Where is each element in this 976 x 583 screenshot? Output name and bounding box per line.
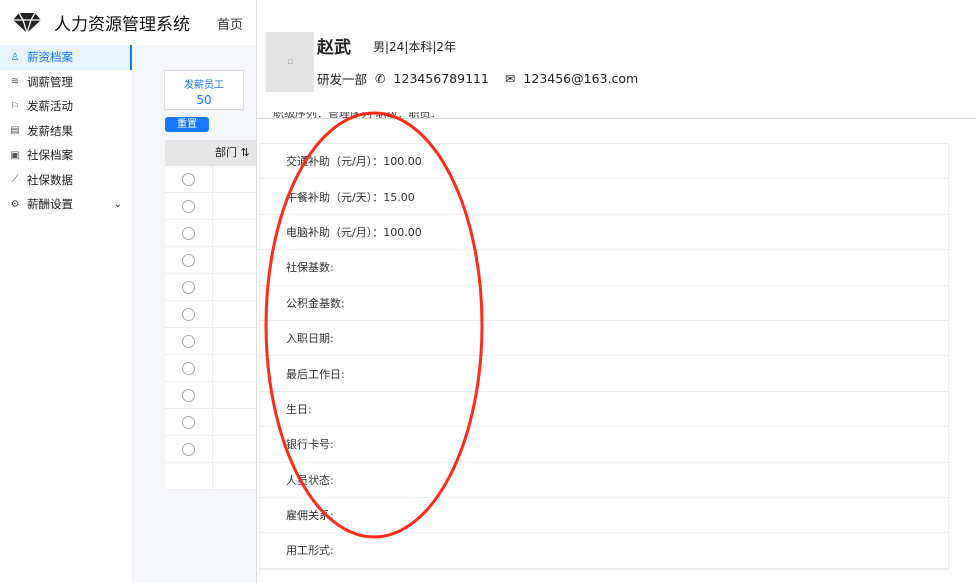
diamond-logo-icon [13,12,41,34]
detail-row: 生日: [260,392,948,428]
row-radio[interactable] [182,361,195,375]
sidebar-item-salary-settings[interactable]: ⚙ 薪酬设置 ⌄ [0,192,132,217]
table-row[interactable] [165,409,256,436]
chart-line-icon: ⟋ [11,174,19,186]
sidebar-item-salary-archive[interactable]: ♙ 薪资档案 [0,45,132,70]
stat-value: 50 [196,93,212,107]
employee-email: 123456@163.com [523,71,639,86]
settings-icon: ⚙ [10,198,20,210]
detail-row: 雇佣关系: [260,498,948,534]
employee-dept: 研发一部 [317,72,368,87]
column-dept[interactable]: 部门 [215,146,237,159]
row-radio[interactable] [182,388,195,402]
table-row[interactable] [165,193,256,220]
detail-row: 用工形式: [260,533,948,569]
calculator-icon: ▤ [10,125,20,137]
detail-row: 午餐补助（元/天）：15.00 [260,179,948,215]
stat-card[interactable]: 发薪员工 50 [164,70,244,110]
table-row[interactable] [165,247,256,274]
detail-row: 公积金基数: [260,286,948,321]
user-icon: ♙ [10,51,20,63]
sidebar-item-payroll-activity[interactable]: ⚐ 发薪活动 [0,94,132,119]
detail-row: 入职日期: [260,321,948,357]
sidebar-item-label: 社保数据 [27,172,73,187]
phone-icon: ✆ [375,71,386,86]
table-row[interactable] [165,328,256,355]
sidebar-item-label: 发薪结果 [27,123,73,138]
divider [257,118,976,119]
stat-label: 发薪员工 [184,80,224,91]
detail-row: 电脑补助（元/月）：100.00 [260,215,948,251]
employee-detail-drawer: ▫ 赵武 男|24|本科|2年 研发一部 ✆ 123456789111 ✉ 12… [256,0,976,583]
layers-icon: ≋ [10,76,20,88]
flag-icon: ⚐ [10,100,20,112]
sidebar-item-social-archive[interactable]: ▣ 社保档案 [0,143,132,168]
employee-table: 部门 ⇅ [165,140,256,490]
table-row[interactable] [165,301,256,328]
avatar: ▫ [266,32,314,92]
detail-row: 交通补助（元/月）：100.00 [260,144,948,180]
row-radio[interactable] [182,307,195,321]
row-radio[interactable] [182,199,195,213]
employee-meta: 男|24|本科|2年 [373,40,457,54]
sidebar-item-label: 社保档案 [27,148,73,163]
table-row[interactable] [165,463,256,490]
table-header: 部门 ⇅ [165,140,256,166]
table-row[interactable] [165,220,256,247]
table-row[interactable] [165,274,256,301]
table-row[interactable] [165,355,256,382]
sidebar-item-salary-adjust[interactable]: ≋ 调薪管理 [0,70,132,95]
employee-name: 赵武 [317,38,351,58]
image-placeholder-icon: ▫ [286,57,294,67]
table-row[interactable] [165,166,256,193]
detail-row: 最后工作日: [260,356,948,392]
row-radio[interactable] [182,415,195,429]
mail-icon: ✉ [504,71,516,86]
row-radio[interactable] [182,253,195,267]
sidebar-item-social-data[interactable]: ⟋ 社保数据 [0,168,132,193]
detail-row: 银行卡号: [260,427,948,463]
sort-icon[interactable]: ⇅ [241,146,250,159]
detail-row: 人员状态: [260,463,948,498]
row-radio[interactable] [182,172,195,186]
reset-button[interactable]: 重置 [165,117,209,132]
nav-home[interactable]: 首页 [217,14,243,33]
detail-card: 交通补助（元/月）：100.00 午餐补助（元/天）：15.00 电脑补助（元/月）… [259,143,949,570]
sidebar-item-payroll-result[interactable]: ▤ 发薪结果 [0,119,132,144]
chevron-down-icon: ⌄ [113,198,122,210]
row-radio[interactable] [182,334,195,348]
sidebar-item-label: 发薪活动 [27,99,73,114]
detail-row: 社保基数: [260,250,948,286]
row-radio[interactable] [182,226,195,240]
sidebar-item-label: 调薪管理 [27,74,73,89]
table-row[interactable] [165,436,256,463]
row-radio[interactable] [182,442,195,456]
sidebar-item-label: 薪资档案 [27,50,73,65]
sidebar-item-label: 薪酬设置 [27,197,73,212]
employee-phone: 123456789111 [393,71,489,86]
sidebar: ♙ 薪资档案 ≋ 调薪管理 ⚐ 发薪活动 ▤ 发薪结果 ▣ 社保档案 ⟋ 社保数据 ⚙ 薪酬设… [0,45,133,583]
logo: 人力资源管理系统 [12,10,190,35]
row-radio[interactable] [182,280,195,294]
table-row[interactable] [165,382,256,409]
app-title: 人力资源管理系统 [54,15,190,35]
file-icon: ▣ [10,149,20,161]
